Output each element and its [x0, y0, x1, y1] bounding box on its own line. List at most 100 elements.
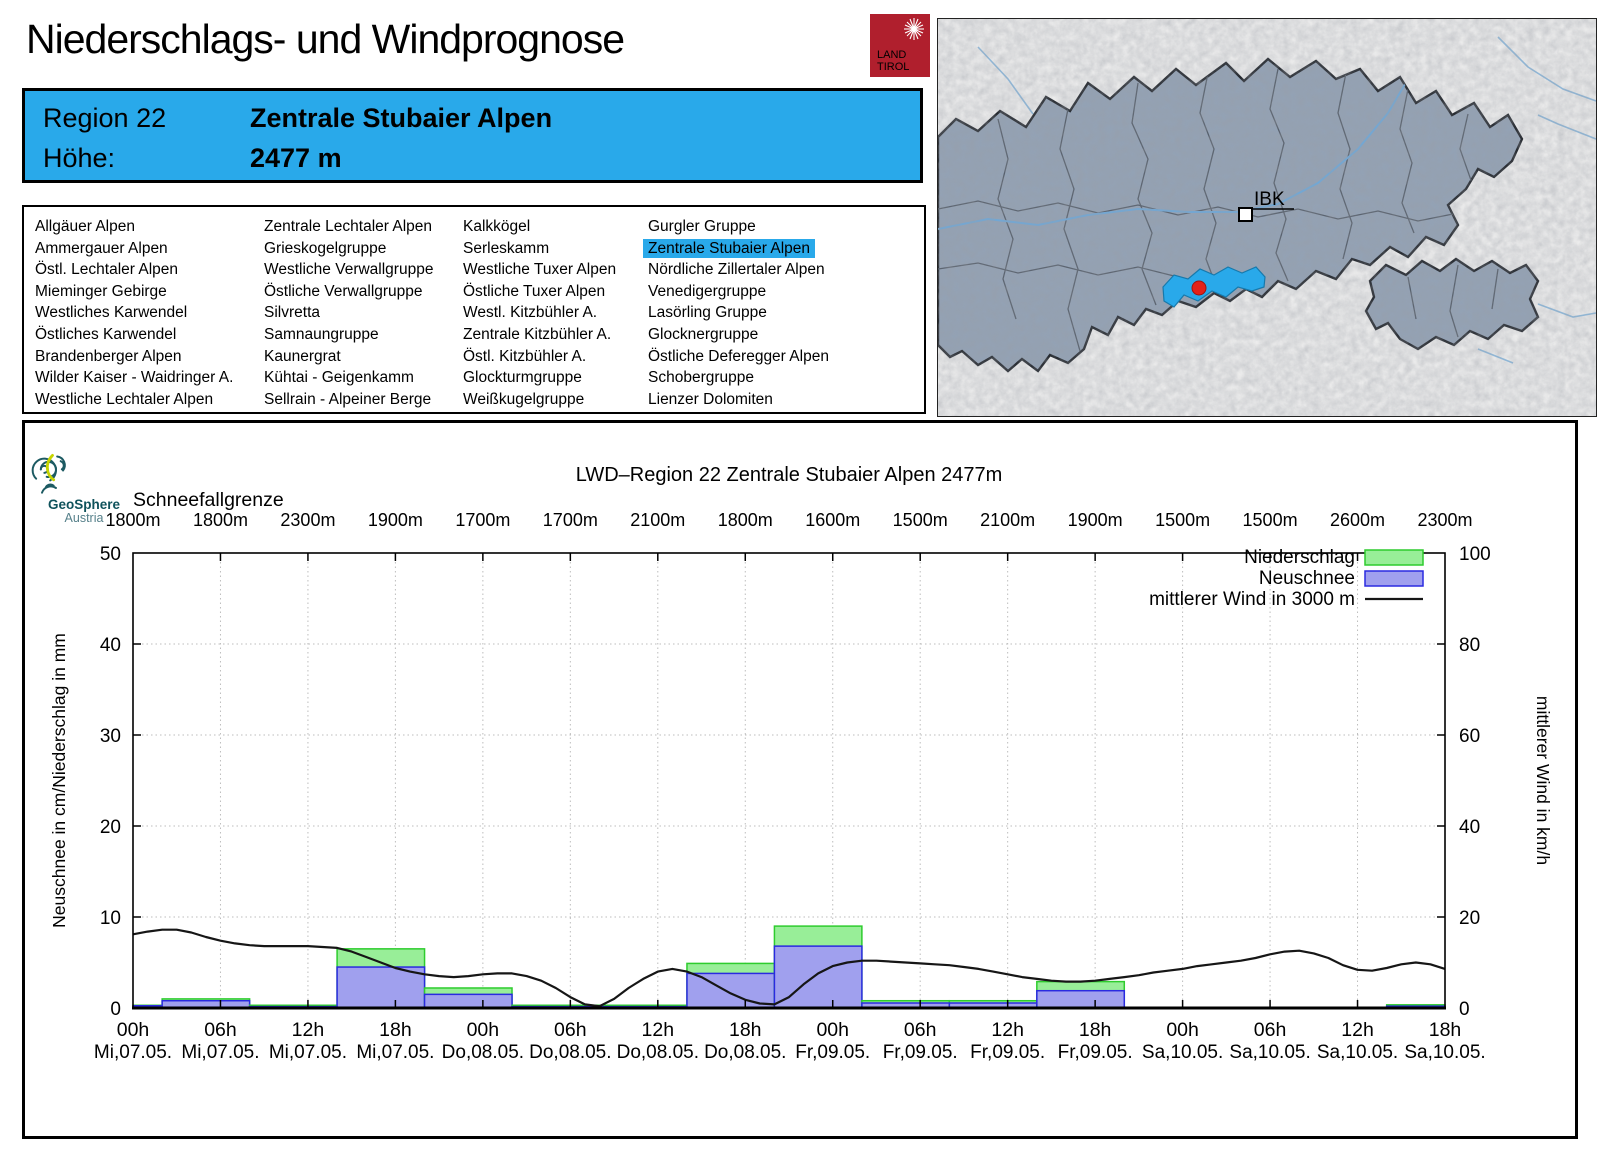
region-list-item[interactable]: Kaunergrat: [264, 346, 433, 368]
y-axis-right-tick-label: 80: [1459, 635, 1480, 656]
region-list-item[interactable]: Schobergruppe: [648, 367, 829, 389]
snowline-value: 2100m: [980, 510, 1035, 530]
x-axis-date-label: Sa,10.05.: [1317, 1042, 1398, 1063]
region-list-item[interactable]: Lienzer Dolomiten: [648, 389, 829, 411]
x-axis-time-label: 06h: [204, 1019, 237, 1041]
region-list-item[interactable]: Sellrain - Alpeiner Berge: [264, 389, 433, 411]
snowline-value: 1500m: [1243, 510, 1298, 530]
region-list-item[interactable]: Östliche Verwallgruppe: [264, 281, 433, 303]
y-axis-left-tick-label: 10: [100, 908, 121, 929]
map-city-label: IBK: [1254, 189, 1285, 210]
region-list-column: Allgäuer Alpen Ammergauer Alpen Östl. Lech…: [35, 216, 233, 410]
region-list-item[interactable]: Glockturmgruppe: [463, 367, 616, 389]
region-list-item[interactable]: Östl. Kitzbühler A.: [463, 346, 616, 368]
x-axis-time-label: 12h: [292, 1019, 325, 1041]
region-list-item[interactable]: Westl. Kitzbühler A.: [463, 302, 616, 324]
region-list-item[interactable]: Serleskamm: [463, 238, 616, 260]
x-axis-time-label: 06h: [554, 1019, 587, 1041]
snowline-value: 1500m: [1155, 510, 1210, 530]
legend-label: Niederschlag: [1244, 547, 1355, 568]
y-axis-left-tick-label: 30: [100, 726, 121, 747]
region-list-item[interactable]: Östl. Lechtaler Alpen: [35, 259, 233, 281]
x-axis-time-label: 18h: [379, 1019, 412, 1041]
region-list-item[interactable]: Westliches Karwendel: [35, 302, 233, 324]
region-list-item[interactable]: Westliche Lechtaler Alpen: [35, 389, 233, 411]
legend-neuschnee-swatch: [1364, 570, 1424, 587]
region-list-item[interactable]: Östliche Tuxer Alpen: [463, 281, 616, 303]
y-axis-right-tick-label: 20: [1459, 908, 1480, 929]
neuschnee-bar: [336, 966, 426, 1009]
x-axis-date-label: Fr,09.05.: [970, 1042, 1045, 1063]
x-axis-time-label: 00h: [1166, 1019, 1199, 1041]
region-list-item[interactable]: Venedigergruppe: [648, 281, 829, 303]
y-axis-left-tick-label: 40: [100, 635, 121, 656]
snowline-value: 1700m: [543, 510, 598, 530]
region-list-item[interactable]: Brandenberger Alpen: [35, 346, 233, 368]
region-list-item[interactable]: Lasörling Gruppe: [648, 302, 829, 324]
region-list-column: Kalkkögel Serleskamm Westliche Tuxer Alpen…: [463, 216, 616, 410]
region-header: Region 22 Zentrale Stubaier Alpen Höhe: …: [22, 88, 923, 183]
region-list-item[interactable]: Glocknergruppe: [648, 324, 829, 346]
x-axis-time-label: 18h: [1429, 1019, 1462, 1041]
x-axis-time-label: 06h: [1254, 1019, 1287, 1041]
x-axis-date-label: Do,08.05.: [617, 1042, 699, 1063]
x-axis-time-label: 12h: [642, 1019, 675, 1041]
y-axis-left-tick-label: 0: [110, 999, 121, 1020]
region-list-item[interactable]: Mieminger Gebirge: [35, 281, 233, 303]
region-list-item[interactable]: Zentrale Kitzbühler A.: [463, 324, 616, 346]
x-axis-date-label: Do,08.05.: [442, 1042, 524, 1063]
region-list-item[interactable]: Westliche Tuxer Alpen: [463, 259, 616, 281]
region-list-item[interactable]: Grieskogelgruppe: [264, 238, 433, 260]
region-list-item[interactable]: Nördliche Zillertaler Alpen: [648, 259, 829, 281]
chart-title: LWD–Region 22 Zentrale Stubaier Alpen 24…: [576, 464, 1003, 486]
y-axis-left-tick-label: 20: [100, 817, 121, 838]
region-list-item-selected[interactable]: Zentrale Stubaier Alpen: [643, 238, 829, 260]
region-list-item[interactable]: Samnaungruppe: [264, 324, 433, 346]
neuschnee-bar: [423, 993, 513, 1009]
geosphere-swirl-icon: [31, 453, 66, 494]
x-axis-time-label: 06h: [904, 1019, 937, 1041]
region-list-item[interactable]: Westliche Verwallgruppe: [264, 259, 433, 281]
snowline-value: 1500m: [893, 510, 948, 530]
forecast-chart: 0 10 20 30 40 50 0 20 40 60 80 100 00h Mi,07.05. 06h Mi…: [22, 420, 1578, 1139]
x-axis-date-label: Sa,10.05.: [1404, 1042, 1485, 1063]
land-tirol-logo-line1: LAND: [877, 49, 906, 61]
land-tirol-logo: LAND TIROL: [870, 14, 930, 77]
region-list-column: Gurgler Gruppe Zentrale Stubaier Alpen Nör…: [643, 216, 829, 411]
region-list-item[interactable]: Weißkugelgruppe: [463, 389, 616, 411]
forecast-chart-svg: 0102030405002040608010000hMi,07.05.06hMi…: [49, 464, 1553, 1063]
region-name: Zentrale Stubaier Alpen: [250, 103, 553, 133]
region-list-item[interactable]: Silvretta: [264, 302, 433, 324]
y-axis-left-title: Neuschnee in cm/Niederschlag in mm: [49, 633, 69, 928]
x-axis-date-label: Mi,07.05.: [356, 1042, 434, 1063]
altitude-label: Höhe:: [43, 143, 116, 173]
region-list-item[interactable]: Östliches Karwendel: [35, 324, 233, 346]
tirol-map: IBK: [936, 18, 1597, 417]
region-list-item[interactable]: Gurgler Gruppe: [648, 216, 829, 238]
region-list-item[interactable]: Kalkkögel: [463, 216, 616, 238]
snowline-value: 2100m: [630, 510, 685, 530]
x-axis-time-label: 18h: [729, 1019, 762, 1041]
y-axis-right-tick-label: 40: [1459, 817, 1480, 838]
legend-niederschlag-swatch: [1364, 549, 1424, 566]
map-location-marker: [1191, 280, 1207, 296]
geosphere-logo-line1: GeoSphere: [47, 497, 121, 512]
region-list-item[interactable]: Zentrale Lechtaler Alpen: [264, 216, 433, 238]
map-city-marker: [1238, 207, 1253, 222]
y-axis-right-tick-label: 60: [1459, 726, 1480, 747]
geosphere-logo: GeoSphere Austria: [29, 453, 139, 525]
region-list-item[interactable]: Östliche Deferegger Alpen: [648, 346, 829, 368]
snowline-value: 2300m: [1417, 510, 1472, 530]
snowline-value: 1700m: [455, 510, 510, 530]
region-list-item[interactable]: Kühtai - Geigenkamm: [264, 367, 433, 389]
page-title: Niederschlags- und Windprognose: [26, 16, 625, 62]
region-list-item[interactable]: Allgäuer Alpen: [35, 216, 233, 238]
x-axis-date-label: Do,08.05.: [529, 1042, 611, 1063]
x-axis-time-label: 12h: [1341, 1019, 1374, 1041]
region-list-item[interactable]: Wilder Kaiser - Waidringer A.: [35, 367, 233, 389]
snowline-value: 2600m: [1330, 510, 1385, 530]
geosphere-logo-line2: Austria: [64, 511, 104, 525]
y-axis-left-tick-label: 50: [100, 544, 121, 565]
region-number-label: Region 22: [43, 103, 167, 133]
region-list-item[interactable]: Ammergauer Alpen: [35, 238, 233, 260]
